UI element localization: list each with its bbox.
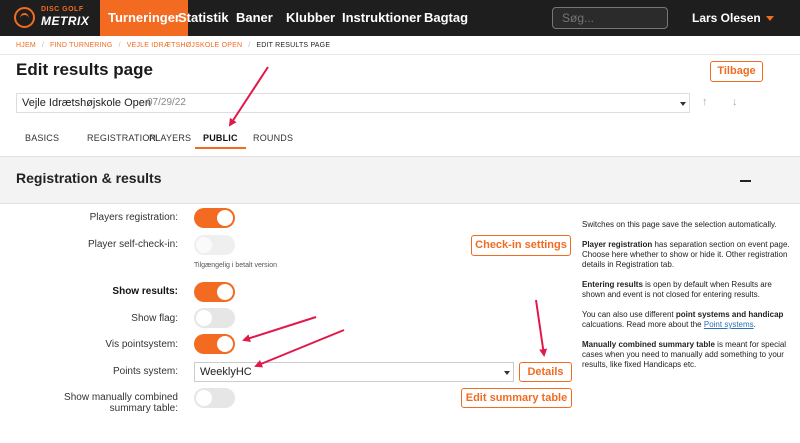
toggle-knob [217,210,233,226]
self-checkin-toggle[interactable] [194,235,235,255]
collapse-icon[interactable] [740,180,751,182]
toggle-knob [196,310,212,326]
help-text: calcuations. Read more about the [582,320,704,329]
arrow-down-icon[interactable]: ↓ [732,96,738,108]
vis-pointsystem-label: Vis pointsystem: [105,339,178,350]
page-title: Edit results page [16,60,153,79]
help-text: You can also use different [582,310,676,319]
section-header: Registration & results [0,156,800,204]
annotation-arrow [254,329,345,368]
breadcrumb-current: EDIT RESULTS PAGE [256,42,331,49]
section-title: Registration & results [16,170,162,186]
help-paragraph: Entering results is open by default when… [582,280,794,300]
breadcrumb-find-tournament[interactable]: FIND TURNERING [50,42,113,49]
manual-summary-label-line2: summary table: [109,403,178,414]
help-bold: Manually combined summary table [582,340,715,349]
self-checkin-label: Player self-check-in: [87,239,178,250]
annotation-arrow [242,316,317,342]
event-date: 07/29/22 [147,97,186,108]
tab-public[interactable]: PUBLIC [195,127,246,149]
edit-summary-table-button[interactable]: Edit summary table [461,388,572,408]
user-menu[interactable]: Lars Olesen [692,0,774,36]
help-paragraph: Manually combined summary table is meant… [582,340,794,370]
toggle-knob [217,284,233,300]
help-paragraph: You can also use different point systems… [582,310,794,330]
disc-golf-metrix-logo[interactable]: DISC GOLF METRIX [14,5,98,30]
paid-version-hint: Tilgængelig i betalt version [194,262,278,269]
breadcrumb-home[interactable]: HJEM [16,42,36,49]
help-bold: Entering results [582,280,643,289]
back-button[interactable]: Tilbage [710,61,763,82]
chevron-down-icon [765,16,774,22]
logo-big-text: METRIX [41,14,90,28]
breadcrumb-separator: / [41,42,45,49]
players-registration-label: Players registration: [89,212,178,223]
vis-pointsystem-toggle[interactable] [194,334,235,354]
help-paragraph: Switches on this page save the selection… [582,220,794,230]
tab-players[interactable]: PLAYERS [141,127,199,149]
nav-item-bagtag[interactable]: Bagtag [416,0,476,36]
show-flag-label: Show flag: [131,313,178,324]
breadcrumb-separator: / [248,42,251,49]
chevron-down-icon [680,102,686,106]
manual-summary-label-line1: Show manually combined [64,392,178,403]
show-results-toggle[interactable] [194,282,235,302]
breadcrumb: HJEM / FIND TURNERING / VEJLE IDRÆTSHØJSKOLE… [16,40,330,52]
event-select[interactable]: Vejle Idrætshøjskole Open 07/29/22 [16,93,690,113]
players-registration-toggle[interactable] [194,208,235,228]
details-button[interactable]: Details [519,362,572,382]
help-text: . [753,320,756,329]
toggle-knob [196,237,212,253]
search-input[interactable] [552,7,668,29]
show-results-label: Show results: [112,286,178,297]
top-navigation: DISC GOLF METRIX Turneringer Statistik B… [0,0,800,36]
show-flag-toggle[interactable] [194,308,235,328]
logo-small-text: DISC GOLF [41,6,84,13]
toggle-knob [217,336,233,352]
manual-summary-toggle[interactable] [194,388,235,408]
nav-item-statistik[interactable]: Statistik [170,0,237,36]
arrow-up-icon[interactable]: ↑ [702,96,708,108]
breadcrumb-event[interactable]: VEJLE IDRÆTSHØJSKOLE OPEN [127,42,242,49]
tab-basics[interactable]: BASICS [17,127,67,149]
chevron-down-icon [504,371,510,375]
help-bold: Player registration [582,240,653,249]
points-system-select[interactable]: WeeklyHC [194,362,514,382]
user-name: Lars Olesen [692,11,761,25]
nav-item-baner[interactable]: Baner [228,0,281,36]
points-system-label: Points system: [112,366,178,377]
checkin-settings-button[interactable]: Check-in settings [471,235,571,256]
event-name: Vejle Idrætshøjskole Open [22,97,152,109]
toggle-knob [196,390,212,406]
help-sidebar: Switches on this page save the selection… [582,220,794,380]
tab-rounds[interactable]: ROUNDS [245,127,301,149]
points-system-value: WeeklyHC [200,366,252,378]
point-systems-link[interactable]: Point systems [704,320,754,329]
divider [0,54,800,55]
help-bold: point systems and handicap [675,310,784,319]
help-paragraph: Player registration has separation secti… [582,240,794,270]
help-text: Switches on this page save the selection… [582,220,777,229]
annotation-arrow [535,299,548,357]
disc-logo-icon [14,7,35,28]
breadcrumb-separator: / [118,42,121,49]
